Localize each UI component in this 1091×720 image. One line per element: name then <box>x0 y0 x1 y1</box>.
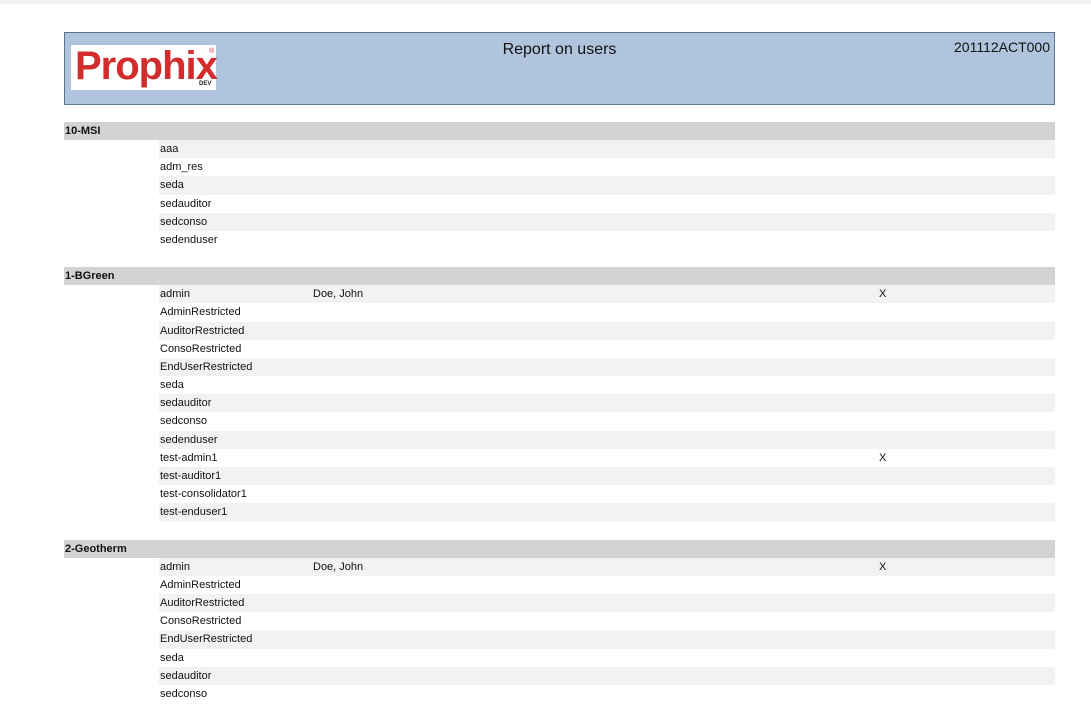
logo-subtext: DEV <box>199 81 212 87</box>
full-name-cell: Doe, John <box>313 288 364 301</box>
user-cell: sedenduser <box>160 433 218 446</box>
user-cell: test-auditor1 <box>160 470 222 482</box>
table-row: test-consolidator1 <box>159 485 1055 504</box>
group-header: 1-BGreen <box>64 267 1055 286</box>
user-cell: sedauditor <box>160 669 212 682</box>
group-header: 2-Geotherm <box>64 539 1055 558</box>
user-cell: seda <box>160 179 184 192</box>
table-row: AuditorRestricted <box>159 593 1055 613</box>
table-row: ConsoRestricted <box>159 612 1055 631</box>
user-cell: AdminRestricted <box>160 578 241 591</box>
user-cell: test-consolidator1 <box>160 488 247 501</box>
table-row: test-admin1 X <box>159 448 1055 467</box>
user-cell: sedconso <box>160 215 208 228</box>
user-cell: admin <box>160 288 190 301</box>
flag-cell: X <box>879 288 887 301</box>
table-row: ConsoRestricted <box>159 339 1055 358</box>
group-rows: admin Doe, John X AdminRestricted AuditorRes… <box>159 557 1055 704</box>
table-row: sedconso <box>159 412 1055 431</box>
table-row: EndUserRestricted <box>159 630 1055 649</box>
table-row: sedauditor <box>159 394 1055 413</box>
group-rows: admin Doe, John X AdminRestricted AuditorRes… <box>159 285 1055 522</box>
top-strip <box>0 0 1091 4</box>
user-cell: sedconso <box>160 687 208 700</box>
user-cell: sedconso <box>160 415 208 428</box>
user-cell: AuditorRestricted <box>160 324 245 337</box>
user-cell: admin <box>160 560 190 573</box>
flag-cell: X <box>879 451 887 464</box>
table-row: seda <box>159 376 1055 395</box>
table-row: aaa <box>159 140 1055 159</box>
user-cell: test-admin1 <box>160 451 218 464</box>
user-cell: seda <box>160 651 184 664</box>
table-row: test-auditor1 <box>159 467 1055 486</box>
flag-cell: X <box>879 560 887 573</box>
table-row: seda <box>159 648 1055 667</box>
table-row: test-enduser1 <box>159 503 1055 522</box>
table-row: sedauditor <box>159 194 1055 213</box>
user-cell: sedauditor <box>160 397 212 410</box>
group-header: 10-MSI <box>64 122 1055 140</box>
table-row: admin Doe, John X <box>159 557 1055 576</box>
table-row: sedconso <box>159 212 1055 231</box>
table-row: AdminRestricted <box>159 575 1055 594</box>
table-row: admin Doe, John X <box>159 285 1055 304</box>
table-row: sedauditor <box>159 666 1055 685</box>
group-rows: aaa adm_resseda sedauditor sedconso sedendus… <box>159 140 1055 250</box>
user-cell: ConsoRestricted <box>160 342 242 355</box>
table-row: EndUserRestricted <box>159 357 1055 377</box>
table-row: sedenduser <box>159 230 1055 250</box>
report-header: Prophix ® DEV Report on users 201112ACT0… <box>64 32 1055 105</box>
table-row: adm_res <box>159 158 1055 177</box>
report-title: Report on users <box>502 41 617 58</box>
table-row: sedconso <box>159 684 1055 704</box>
user-cell: sedenduser <box>160 233 218 246</box>
user-cell: sedauditor <box>160 197 212 210</box>
user-cell: AuditorRestricted <box>160 596 245 609</box>
table-row: seda <box>159 176 1055 195</box>
user-cell: EndUserRestricted <box>160 633 253 646</box>
user-cell: aaa <box>160 143 179 155</box>
user-cell: ConsoRestricted <box>160 615 242 628</box>
report-code: 201112ACT000 <box>954 39 1050 55</box>
table-row: sedenduser <box>159 430 1055 449</box>
table-row: AdminRestricted <box>159 303 1055 322</box>
user-cell: seda <box>160 379 184 392</box>
user-cell: AdminRestricted <box>160 306 241 319</box>
user-cell: adm_res <box>160 161 203 174</box>
user-cell: EndUserRestricted <box>160 360 253 373</box>
report-body: 10-MSI aaa adm_resseda sedauditor sedconso se… <box>64 122 1055 704</box>
user-cell: test-enduser1 <box>160 506 228 519</box>
table-row: AuditorRestricted <box>159 321 1055 340</box>
full-name-cell: Doe, John <box>313 560 364 573</box>
